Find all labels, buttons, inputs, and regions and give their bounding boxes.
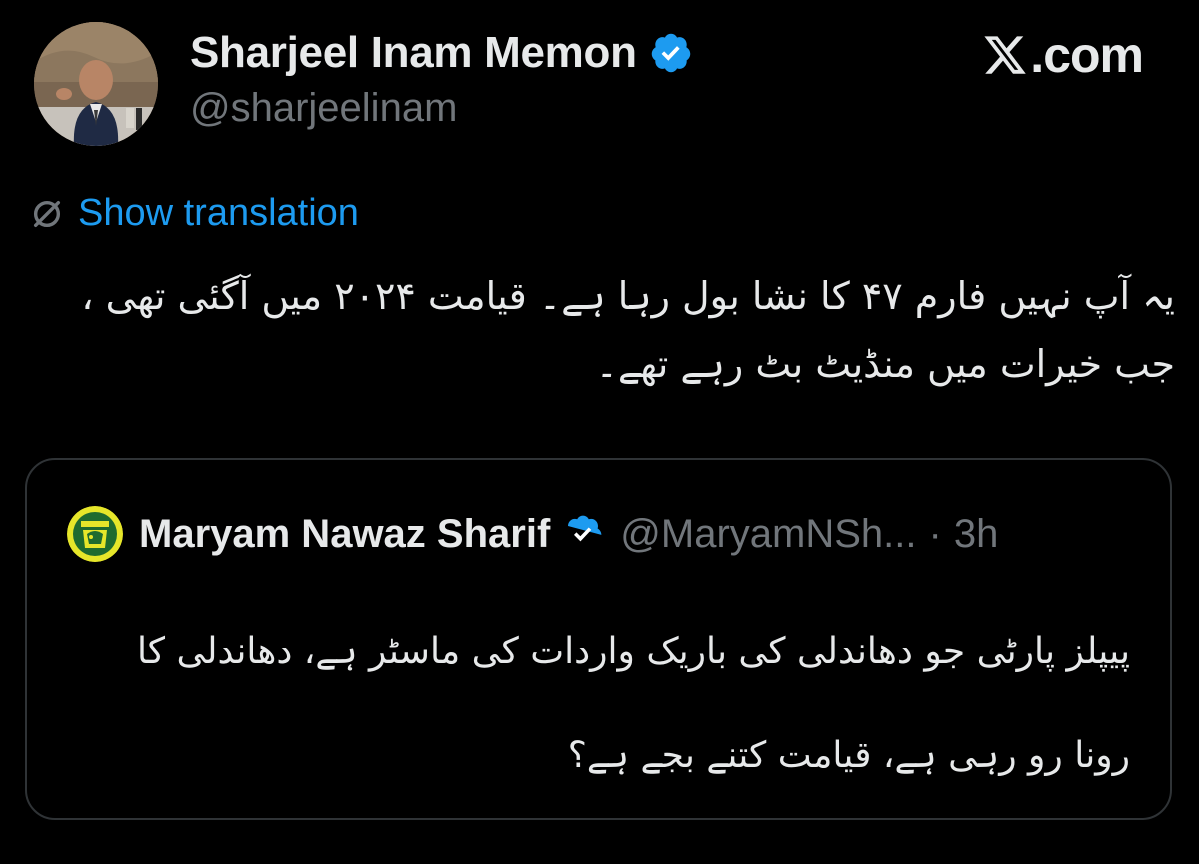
translation-row: Show translation xyxy=(30,192,359,235)
quoted-author-name[interactable]: Maryam Nawaz Sharif xyxy=(139,512,550,557)
verified-badge-icon xyxy=(649,31,693,75)
globe-icon xyxy=(30,197,64,231)
author-avatar[interactable] xyxy=(34,22,158,146)
verified-badge-icon xyxy=(562,513,604,555)
avatar-photo xyxy=(34,22,158,146)
author-handle[interactable]: @sharjeelinam xyxy=(190,86,457,131)
tweet-screenshot: Sharjeel Inam Memon @sharjeelinam .com S… xyxy=(0,0,1199,864)
author-name[interactable]: Sharjeel Inam Memon xyxy=(190,28,637,78)
quoted-post-time[interactable]: 3h xyxy=(954,512,999,557)
quoted-post-header: Maryam Nawaz Sharif @MaryamNSh... · 3h xyxy=(67,506,998,562)
show-translation-link[interactable]: Show translation xyxy=(78,192,359,235)
x-logo-icon xyxy=(982,32,1028,78)
meta-separator: · xyxy=(928,511,942,556)
party-logo-avatar[interactable] xyxy=(67,506,123,562)
quoted-author-handle[interactable]: @MaryamNSh... xyxy=(620,512,916,557)
brand-text: .com xyxy=(1030,27,1144,83)
quoted-post-text: پیپلز پارٹی جو دھاندلی کی باریک واردات ک… xyxy=(136,631,1130,776)
author-name-row: Sharjeel Inam Memon xyxy=(190,28,693,78)
post-text: یہ آپ نہیں فارم ۴۷ کا نشا بول رہا ہے۔ قی… xyxy=(81,274,1175,386)
quoted-post-card[interactable]: Maryam Nawaz Sharif @MaryamNSh... · 3h پ… xyxy=(25,458,1172,820)
brand-watermark: .com xyxy=(982,26,1144,84)
